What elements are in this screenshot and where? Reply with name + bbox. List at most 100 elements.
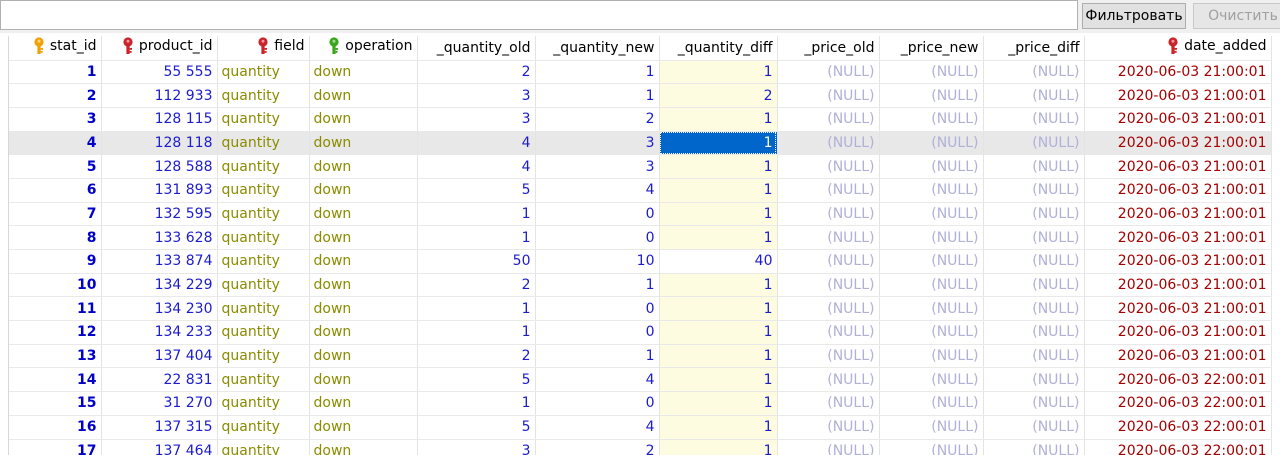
cell-price-diff[interactable]: (NULL) [983, 154, 1085, 179]
cell-stat-id[interactable]: 12 [9, 320, 102, 345]
cell-product-id[interactable]: 134 229 [101, 273, 218, 298]
cell-price-old[interactable]: (NULL) [777, 296, 880, 322]
column-header-date-added[interactable]: date_added [1084, 36, 1272, 61]
cell-price-diff[interactable]: (NULL) [983, 83, 1085, 108]
table-row[interactable]: 3 128 115 quantity down 3 2 1 (NULL) (NULL) (NULL… [9, 107, 1272, 132]
cell-operation[interactable]: down [309, 83, 418, 108]
cell-quantity-new[interactable]: 10 [535, 249, 660, 274]
cell-operation[interactable]: down [309, 367, 418, 393]
cell-quantity-new[interactable]: 4 [535, 415, 660, 440]
cell-date-added[interactable]: 2020-06-03 21:00:01 [1084, 344, 1272, 369]
cell-product-id[interactable]: 31 270 [101, 391, 218, 416]
cell-quantity-new[interactable]: 0 [535, 391, 660, 416]
cell-price-new[interactable]: (NULL) [879, 391, 984, 416]
cell-price-new[interactable]: (NULL) [879, 107, 984, 132]
cell-stat-id[interactable]: 4 [9, 131, 102, 156]
cell-price-old[interactable]: (NULL) [777, 107, 880, 132]
cell-field[interactable]: quantity [217, 131, 310, 156]
cell-quantity-old[interactable]: 3 [417, 439, 536, 455]
cell-field[interactable]: quantity [217, 249, 310, 274]
cell-price-diff[interactable]: (NULL) [983, 131, 1085, 156]
cell-field[interactable]: quantity [217, 178, 310, 203]
cell-operation[interactable]: down [309, 320, 418, 345]
cell-price-new[interactable]: (NULL) [879, 415, 984, 440]
cell-product-id[interactable]: 133 874 [101, 249, 218, 274]
cell-operation[interactable]: down [309, 344, 418, 369]
cell-quantity-new[interactable]: 4 [535, 178, 660, 203]
cell-price-new[interactable]: (NULL) [879, 320, 984, 345]
cell-price-new[interactable]: (NULL) [879, 60, 984, 85]
cell-price-old[interactable]: (NULL) [777, 320, 880, 345]
cell-stat-id[interactable]: 11 [9, 296, 102, 322]
table-row[interactable]: 14 22 831 quantity down 5 4 1 (NULL) (NULL) (NULL… [9, 367, 1272, 393]
cell-price-diff[interactable]: (NULL) [983, 439, 1085, 455]
cell-field[interactable]: quantity [217, 154, 310, 179]
cell-operation[interactable]: down [309, 273, 418, 298]
cell-product-id[interactable]: 128 118 [101, 131, 218, 156]
data-grid[interactable]: stat_id product_id field operation _quantity… [8, 36, 1280, 455]
cell-field[interactable]: quantity [217, 415, 310, 440]
cell-stat-id[interactable]: 8 [9, 225, 102, 250]
column-header-field[interactable]: field [217, 36, 310, 61]
cell-field[interactable]: quantity [217, 202, 310, 227]
cell-stat-id[interactable]: 9 [9, 249, 102, 274]
cell-quantity-old[interactable]: 1 [417, 320, 536, 345]
cell-price-diff[interactable]: (NULL) [983, 344, 1085, 369]
cell-quantity-new[interactable]: 3 [535, 131, 660, 156]
cell-date-added[interactable]: 2020-06-03 22:00:01 [1084, 439, 1272, 455]
filter-button[interactable]: Фильтровать [1082, 3, 1186, 29]
cell-operation[interactable]: down [309, 178, 418, 203]
cell-field[interactable]: quantity [217, 367, 310, 393]
cell-price-old[interactable]: (NULL) [777, 178, 880, 203]
cell-product-id[interactable]: 55 555 [101, 60, 218, 85]
cell-quantity-diff[interactable]: 1 [659, 391, 778, 416]
cell-price-old[interactable]: (NULL) [777, 225, 880, 250]
cell-stat-id[interactable]: 2 [9, 83, 102, 108]
cell-date-added[interactable]: 2020-06-03 21:00:01 [1084, 178, 1272, 203]
cell-date-added[interactable]: 2020-06-03 21:00:01 [1084, 107, 1272, 132]
cell-price-old[interactable]: (NULL) [777, 439, 880, 455]
cell-quantity-diff[interactable]: 1 [659, 344, 778, 369]
cell-quantity-diff[interactable]: 1 [659, 202, 778, 227]
cell-quantity-new[interactable]: 0 [535, 202, 660, 227]
cell-quantity-new[interactable]: 1 [535, 60, 660, 85]
cell-quantity-new[interactable]: 0 [535, 225, 660, 250]
cell-price-old[interactable]: (NULL) [777, 273, 880, 298]
column-header-price-new[interactable]: _price_new [879, 36, 984, 61]
cell-quantity-new[interactable]: 2 [535, 439, 660, 455]
cell-quantity-new[interactable]: 4 [535, 367, 660, 393]
cell-price-new[interactable]: (NULL) [879, 225, 984, 250]
table-row[interactable]: 8 133 628 quantity down 1 0 1 (NULL) (NULL) (NULL… [9, 225, 1272, 250]
cell-price-new[interactable]: (NULL) [879, 202, 984, 227]
cell-price-old[interactable]: (NULL) [777, 83, 880, 108]
table-row[interactable]: 10 134 229 quantity down 2 1 1 (NULL) (NULL) (NUL… [9, 273, 1272, 298]
table-row[interactable]: 12 134 233 quantity down 1 0 1 (NULL) (NULL) (NUL… [9, 320, 1272, 345]
cell-price-diff[interactable]: (NULL) [983, 107, 1085, 132]
cell-quantity-old[interactable]: 2 [417, 273, 536, 298]
cell-quantity-diff[interactable]: 1 [659, 225, 778, 250]
cell-quantity-old[interactable]: 1 [417, 225, 536, 250]
cell-price-old[interactable]: (NULL) [777, 131, 880, 156]
cell-product-id[interactable]: 132 595 [101, 202, 218, 227]
cell-price-new[interactable]: (NULL) [879, 296, 984, 322]
table-row[interactable]: 11 134 230 quantity down 1 0 1 (NULL) (NULL) (NUL… [9, 296, 1272, 322]
cell-date-added[interactable]: 2020-06-03 21:00:01 [1084, 249, 1272, 274]
column-header-operation[interactable]: operation [309, 36, 418, 61]
cell-price-new[interactable]: (NULL) [879, 344, 984, 369]
cell-price-old[interactable]: (NULL) [777, 202, 880, 227]
cell-quantity-diff[interactable]: 1 [659, 415, 778, 440]
table-row[interactable]: 1 55 555 quantity down 2 1 1 (NULL) (NULL) (NULL)… [9, 60, 1272, 85]
cell-quantity-old[interactable]: 5 [417, 367, 536, 393]
cell-quantity-old[interactable]: 5 [417, 415, 536, 440]
column-header-stat-id[interactable]: stat_id [9, 36, 102, 61]
cell-price-diff[interactable]: (NULL) [983, 320, 1085, 345]
cell-date-added[interactable]: 2020-06-03 21:00:01 [1084, 225, 1272, 250]
cell-field[interactable]: quantity [217, 391, 310, 416]
table-row[interactable]: 15 31 270 quantity down 1 0 1 (NULL) (NULL) (NULL… [9, 391, 1272, 416]
cell-product-id[interactable]: 128 588 [101, 154, 218, 179]
column-header-quantity-new[interactable]: _quantity_new [535, 36, 660, 61]
cell-price-old[interactable]: (NULL) [777, 391, 880, 416]
cell-price-old[interactable]: (NULL) [777, 154, 880, 179]
cell-quantity-new[interactable]: 2 [535, 107, 660, 132]
cell-quantity-diff[interactable]: 1 [659, 320, 778, 345]
